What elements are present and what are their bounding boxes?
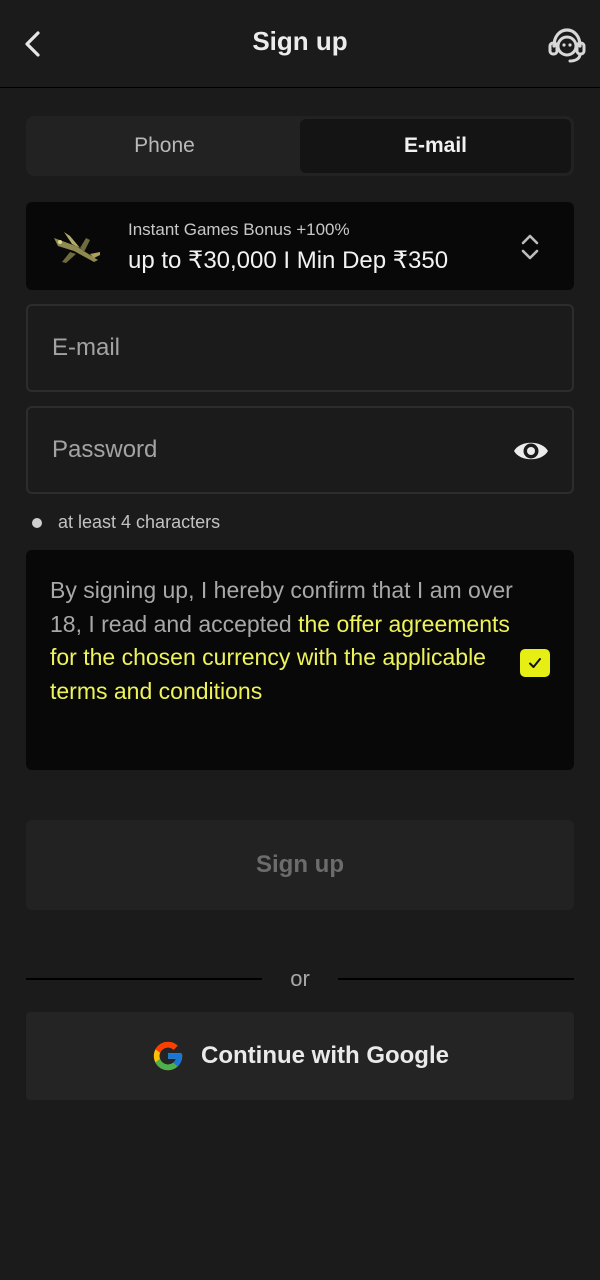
signup-page: Sign up Phone E-mail Instant Games Bonus… <box>0 0 600 1280</box>
header: Sign up <box>0 0 600 88</box>
divider-line-left <box>26 978 262 980</box>
google-button-label: Continue with Google <box>201 1042 449 1069</box>
headset-support-icon <box>548 28 586 63</box>
email-field-wrapper <box>26 304 574 392</box>
password-hint: at least 4 characters <box>32 512 220 533</box>
bullet-icon <box>32 517 42 528</box>
agreement-checkbox[interactable] <box>520 649 550 677</box>
agreement-text: By signing up, I hereby confirm that I a… <box>50 574 514 708</box>
signup-button[interactable]: Sign up <box>26 820 574 910</box>
page-title: Sign up <box>252 26 348 56</box>
support-button[interactable] <box>546 24 588 66</box>
bonus-title: up to ₹30,000 I Min Dep ₹350 <box>128 247 449 274</box>
divider-line-right <box>338 978 574 980</box>
plane-icon <box>54 232 100 263</box>
tab-phone[interactable]: Phone <box>29 119 300 173</box>
bonus-subtitle: Instant Games Bonus +100% <box>128 220 350 239</box>
password-hint-text: at least 4 characters <box>58 512 221 532</box>
divider-text: or <box>290 966 310 991</box>
eye-icon <box>514 442 548 460</box>
agreement-box: By signing up, I hereby confirm that I a… <box>26 550 574 770</box>
signup-method-tabs: Phone E-mail <box>26 116 574 176</box>
chevron-up-down-icon <box>521 234 539 260</box>
continue-with-google-button[interactable]: Continue with Google <box>26 1012 574 1100</box>
email-input[interactable] <box>28 306 572 390</box>
google-icon <box>153 1041 183 1071</box>
show-password-button[interactable] <box>512 434 550 468</box>
checkmark-icon <box>529 658 541 668</box>
tab-email[interactable]: E-mail <box>300 119 571 173</box>
password-input[interactable] <box>28 408 572 492</box>
password-field-wrapper <box>26 406 574 494</box>
bonus-selector[interactable]: Instant Games Bonus +100% up to ₹30,000 … <box>26 202 574 290</box>
